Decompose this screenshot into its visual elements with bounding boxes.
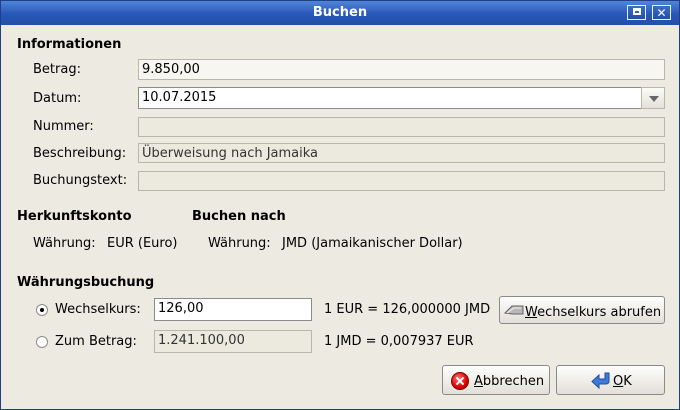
betrag-label: Betrag: xyxy=(33,62,81,77)
booking-dialog: Buchen ✕ Informationen Betrag: 9.850,00 … xyxy=(0,0,680,410)
chevron-down-icon[interactable] xyxy=(641,87,665,109)
wechselkurs-radio[interactable] xyxy=(36,304,48,316)
datum-field[interactable]: 10.07.2015 xyxy=(138,87,642,109)
wechselkurs-field[interactable]: 126,00 xyxy=(154,298,312,321)
fetch-exchange-rate-button[interactable]: Wechselkurs abrufen xyxy=(499,296,665,324)
betrag-field[interactable]: 9.850,00 xyxy=(138,59,665,80)
beschreibung-field[interactable]: Überweisung nach Jamaika xyxy=(138,143,665,163)
close-icon: ✕ xyxy=(656,6,667,20)
ziel-currency-value: JMD (Jamaikanischer Dollar) xyxy=(282,236,463,251)
nummer-label: Nummer: xyxy=(33,119,94,134)
cancel-label: Abbrechen xyxy=(474,374,545,389)
buchen-nach-heading: Buchen nach xyxy=(192,209,286,224)
buchungstext-label: Buchungstext: xyxy=(33,173,128,188)
return-arrow-icon xyxy=(591,372,610,390)
herkunft-currency-label: Währung: xyxy=(33,236,96,251)
cancel-icon xyxy=(451,372,469,390)
window-title: Buchen xyxy=(312,5,368,20)
informationen-heading: Informationen xyxy=(17,37,122,52)
waehrungsbuchung-heading: Währungsbuchung xyxy=(17,275,155,290)
ok-label: OK xyxy=(613,374,632,389)
herkunftskonto-heading: Herkunftskonto xyxy=(17,209,132,224)
fetch-exchange-rate-label: Wechselkurs abrufen xyxy=(525,305,662,320)
cancel-button[interactable]: Abbrechen xyxy=(442,365,550,395)
zum-betrag-field[interactable]: 1.241.100,00 xyxy=(154,330,312,353)
maximize-button[interactable] xyxy=(627,5,646,20)
buchungstext-field[interactable] xyxy=(138,171,665,191)
datum-label: Datum: xyxy=(33,91,82,106)
zum-betrag-conversion: 1 JMD = 0,007937 EUR xyxy=(324,334,474,349)
herkunft-currency-value: EUR (Euro) xyxy=(107,236,178,251)
title-bar[interactable]: Buchen ✕ xyxy=(1,1,679,25)
close-button[interactable]: ✕ xyxy=(652,5,671,20)
ok-button[interactable]: OK xyxy=(556,365,665,395)
beschreibung-label: Beschreibung: xyxy=(33,146,127,161)
exchange-icon xyxy=(504,305,524,315)
wechselkurs-label: Wechselkurs: xyxy=(55,302,141,317)
maximize-icon xyxy=(632,8,641,15)
zum-betrag-label: Zum Betrag: xyxy=(55,334,137,349)
wechselkurs-conversion: 1 EUR = 126,000000 JMD xyxy=(324,302,491,317)
ziel-currency-label: Währung: xyxy=(208,236,271,251)
zum-betrag-radio[interactable] xyxy=(36,336,48,348)
nummer-field[interactable] xyxy=(138,117,665,137)
